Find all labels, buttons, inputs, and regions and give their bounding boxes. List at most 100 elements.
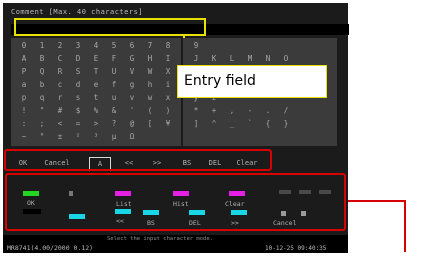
entry-field-callout: Entry field: [177, 65, 327, 98]
char-key[interactable]: g: [123, 80, 141, 90]
char-key[interactable]: X: [159, 67, 177, 77]
char-key[interactable]: N: [259, 54, 277, 64]
char-key[interactable]: .: [259, 106, 277, 116]
key-row-highlight: [4, 149, 272, 171]
char-key[interactable]: ?: [105, 119, 123, 129]
char-key[interactable]: v: [123, 93, 141, 103]
char-key[interactable]: i: [159, 80, 177, 90]
char-key[interactable]: ": [33, 106, 51, 116]
char-key[interactable]: °: [33, 132, 51, 142]
char-key[interactable]: W: [141, 67, 159, 77]
char-key[interactable]: E: [87, 54, 105, 64]
char-key[interactable]: /: [277, 106, 295, 116]
char-key[interactable]: R: [51, 67, 69, 77]
char-key[interactable]: ): [159, 106, 177, 116]
char-key[interactable]: :: [15, 119, 33, 129]
char-key[interactable]: @: [123, 119, 141, 129]
char-key[interactable]: D: [69, 54, 87, 64]
char-key[interactable]: ²: [69, 132, 87, 142]
char-key[interactable]: %: [87, 106, 105, 116]
char-key[interactable]: ~: [15, 132, 33, 142]
char-key[interactable]: 7: [141, 41, 159, 51]
char-key[interactable]: µ: [105, 132, 123, 142]
char-key[interactable]: ': [123, 106, 141, 116]
char-key[interactable]: *: [187, 106, 205, 116]
char-key[interactable]: 8: [159, 41, 177, 51]
char-key[interactable]: <: [51, 119, 69, 129]
char-key[interactable]: !: [15, 106, 33, 116]
char-key[interactable]: Q: [33, 67, 51, 77]
char-key[interactable]: 3: [69, 41, 87, 51]
char-key[interactable]: ±: [51, 132, 69, 142]
char-key[interactable]: -: [241, 106, 259, 116]
char-key[interactable]: `: [241, 119, 259, 129]
char-key[interactable]: V: [123, 67, 141, 77]
char-key[interactable]: P: [15, 67, 33, 77]
char-key[interactable]: b: [33, 80, 51, 90]
char-key[interactable]: ³: [87, 132, 105, 142]
char-key[interactable]: I: [159, 54, 177, 64]
char-key[interactable]: _: [223, 119, 241, 129]
char-key[interactable]: 4: [87, 41, 105, 51]
char-key[interactable]: 0: [15, 41, 33, 51]
char-key[interactable]: ^: [205, 119, 223, 129]
char-key[interactable]: $: [69, 106, 87, 116]
char-key[interactable]: 2: [51, 41, 69, 51]
char-key[interactable]: x: [159, 93, 177, 103]
char-key[interactable]: d: [69, 80, 87, 90]
char-key[interactable]: C: [51, 54, 69, 64]
char-key[interactable]: A: [15, 54, 33, 64]
char-key[interactable]: s: [69, 93, 87, 103]
status-message: Select the input character mode.: [107, 236, 213, 242]
function-key-highlight: [5, 173, 346, 231]
entry-field-highlight: [14, 18, 206, 36]
char-key[interactable]: M: [241, 54, 259, 64]
char-key[interactable]: r: [51, 93, 69, 103]
char-key[interactable]: q: [33, 93, 51, 103]
char-key[interactable]: ,: [223, 106, 241, 116]
firmware-info: MR8741(4.00/2000 0.12): [7, 244, 94, 252]
char-key[interactable]: >: [87, 119, 105, 129]
status-bar: Select the input character mode. MR8741(…: [3, 235, 348, 253]
char-key[interactable]: {: [259, 119, 277, 129]
char-key[interactable]: f: [105, 80, 123, 90]
char-key[interactable]: [: [141, 119, 159, 129]
char-key[interactable]: +: [205, 106, 223, 116]
char-key[interactable]: Ω: [123, 132, 141, 142]
char-key[interactable]: F: [105, 54, 123, 64]
char-key[interactable]: w: [141, 93, 159, 103]
char-key[interactable]: }: [277, 119, 295, 129]
char-key[interactable]: &: [105, 106, 123, 116]
char-key[interactable]: 9: [187, 41, 205, 51]
char-key[interactable]: B: [33, 54, 51, 64]
char-key[interactable]: p: [15, 93, 33, 103]
char-key[interactable]: t: [87, 93, 105, 103]
char-key[interactable]: e: [87, 80, 105, 90]
char-key[interactable]: S: [69, 67, 87, 77]
char-key[interactable]: #: [51, 106, 69, 116]
char-key[interactable]: 5: [105, 41, 123, 51]
char-key[interactable]: ¥: [159, 119, 177, 129]
annotation-leader-h: [348, 200, 406, 202]
char-key[interactable]: a: [15, 80, 33, 90]
char-key[interactable]: L: [223, 54, 241, 64]
char-key[interactable]: ]: [187, 119, 205, 129]
char-key[interactable]: 1: [33, 41, 51, 51]
annotation-leader-v: [404, 200, 406, 252]
date-time: 10-12-25 09:40:35: [265, 245, 327, 252]
char-key[interactable]: h: [141, 80, 159, 90]
char-key[interactable]: G: [123, 54, 141, 64]
char-key[interactable]: T: [87, 67, 105, 77]
char-key[interactable]: ;: [33, 119, 51, 129]
char-key[interactable]: H: [141, 54, 159, 64]
char-key[interactable]: J: [187, 54, 205, 64]
char-key[interactable]: U: [105, 67, 123, 77]
char-key[interactable]: =: [69, 119, 87, 129]
char-key[interactable]: (: [141, 106, 159, 116]
window-title: Comment [Max. 40 characters]: [11, 8, 144, 16]
char-key[interactable]: c: [51, 80, 69, 90]
char-key[interactable]: 6: [123, 41, 141, 51]
char-key[interactable]: O: [277, 54, 295, 64]
char-key[interactable]: u: [105, 93, 123, 103]
char-key[interactable]: K: [205, 54, 223, 64]
